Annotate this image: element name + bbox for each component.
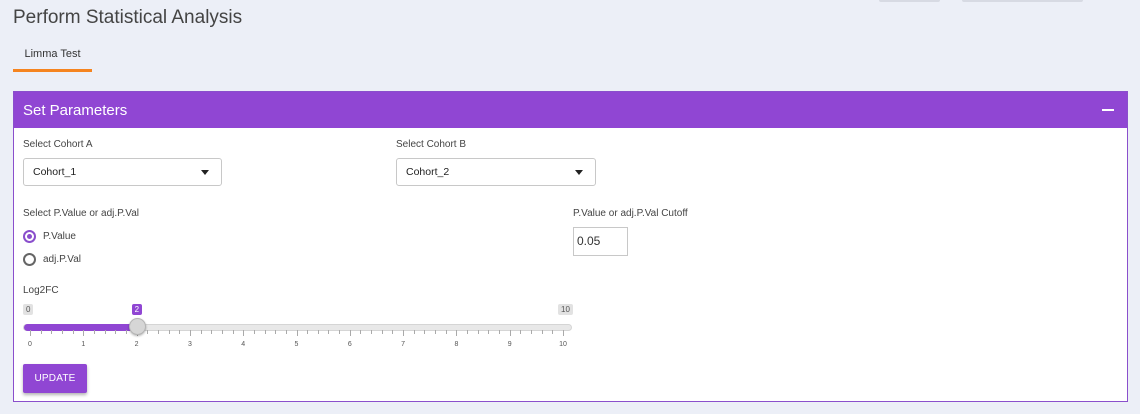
slider-tick (339, 330, 341, 334)
cutoff-input[interactable]: 0.05 (573, 227, 628, 256)
slider-tick (168, 330, 170, 334)
slider-tick (243, 330, 245, 336)
radio-adj-pval[interactable]: adj.P.Val (23, 253, 81, 266)
slider-tick-label: 2 (134, 341, 139, 348)
radio-checked-icon[interactable] (23, 230, 36, 243)
slider-tick (221, 330, 223, 334)
pvalue-type-label: Select P.Value or adj.P.Val (23, 208, 140, 219)
slider-tick (232, 330, 234, 334)
slider-value-label: 2 (131, 304, 143, 315)
log2fc-label: Log2FC (23, 285, 59, 296)
cohort-b-label: Select Cohort B (396, 139, 467, 150)
slider-tick (51, 330, 53, 334)
top-button-1[interactable] (879, 0, 940, 2)
slider-tick (275, 330, 277, 334)
tab-limma-test[interactable]: Limma Test (13, 40, 92, 72)
slider-tick-label: 6 (347, 341, 352, 348)
slider-tick (499, 330, 501, 334)
cohort-a-select[interactable]: Cohort_1 (23, 158, 222, 186)
slider-tick (157, 330, 159, 334)
cohort-a-label: Select Cohort A (23, 139, 93, 150)
slider-tick (307, 330, 309, 334)
slider-tick (371, 330, 373, 334)
cutoff-label: P.Value or adj.P.Val Cutoff (573, 208, 688, 219)
slider-tick (179, 330, 181, 334)
update-button[interactable]: UPDATE (23, 364, 87, 393)
slider-tick (392, 330, 394, 334)
slider-tick (296, 330, 298, 336)
cohort-b-select[interactable]: Cohort_2 (396, 158, 596, 186)
slider-tick-label: 10 (559, 341, 567, 348)
page-title: Perform Statistical Analysis (13, 7, 243, 28)
cohort-a-value: Cohort_1 (33, 166, 77, 178)
slider-tick (61, 330, 63, 334)
slider-min-label: 0 (23, 304, 34, 315)
slider-tick-label: 1 (81, 341, 86, 348)
radio-pvalue-label: P.Value (43, 231, 76, 242)
slider-tick (477, 330, 479, 334)
slider-tick-label: 8 (454, 341, 459, 348)
slider-tick (531, 330, 533, 334)
panel-header: Set Parameters (14, 92, 1127, 128)
slider-tick (488, 330, 490, 334)
slider-tick (93, 330, 95, 334)
slider-tick (435, 330, 437, 334)
slider-tick (72, 330, 74, 334)
slider-tick (200, 330, 202, 334)
chevron-down-icon (575, 170, 583, 175)
radio-pvalue[interactable]: P.Value (23, 230, 76, 243)
slider-tick-label: 0 (28, 341, 32, 348)
slider-tick (509, 330, 511, 336)
slider-tick (552, 330, 554, 334)
slider-tick (467, 330, 469, 334)
slider-tick (424, 330, 426, 334)
cohort-b-value: Cohort_2 (406, 166, 450, 178)
slider-tick (563, 330, 564, 336)
slider-tick (456, 330, 458, 336)
slider-tick (125, 330, 127, 334)
slider-tick (30, 330, 31, 336)
slider-tick (83, 330, 85, 336)
slider-tick (147, 330, 149, 334)
slider-tick (104, 330, 106, 334)
panel-title: Set Parameters (23, 101, 128, 119)
slider-tick-label: 5 (294, 341, 299, 348)
slider-tick (349, 330, 351, 336)
slider-tick (328, 330, 330, 334)
slider-tick (285, 330, 287, 334)
chevron-down-icon (201, 170, 209, 175)
radio-unchecked-icon[interactable] (23, 253, 36, 266)
slider-tick-label: 9 (507, 341, 512, 348)
slider-tick (211, 330, 213, 334)
slider-tick (253, 330, 255, 334)
slider-tick-label: 4 (241, 341, 246, 348)
slider-tick (403, 330, 405, 336)
slider-tick-label: 3 (187, 341, 192, 348)
slider-max-label: 10 (558, 304, 573, 315)
slider-tick (189, 330, 191, 336)
set-parameters-panel: Set Parameters Select Cohort A Cohort_1 … (13, 91, 1128, 402)
radio-adj-pval-label: adj.P.Val (43, 254, 81, 265)
slider-tick (381, 330, 383, 334)
slider-tick (40, 330, 42, 334)
slider-tick (413, 330, 415, 334)
slider-tick-label: 7 (401, 341, 406, 348)
slider-tick (115, 330, 117, 334)
slider-handle[interactable] (128, 318, 146, 335)
slider-tick (520, 330, 522, 334)
slider-tick (360, 330, 362, 334)
collapse-minus-icon[interactable] (1102, 109, 1114, 111)
slider-tick (541, 330, 543, 334)
top-button-2[interactable] (962, 0, 1083, 2)
slider-tick (317, 330, 319, 334)
slider-tick (445, 330, 447, 334)
slider-tick (264, 330, 266, 334)
